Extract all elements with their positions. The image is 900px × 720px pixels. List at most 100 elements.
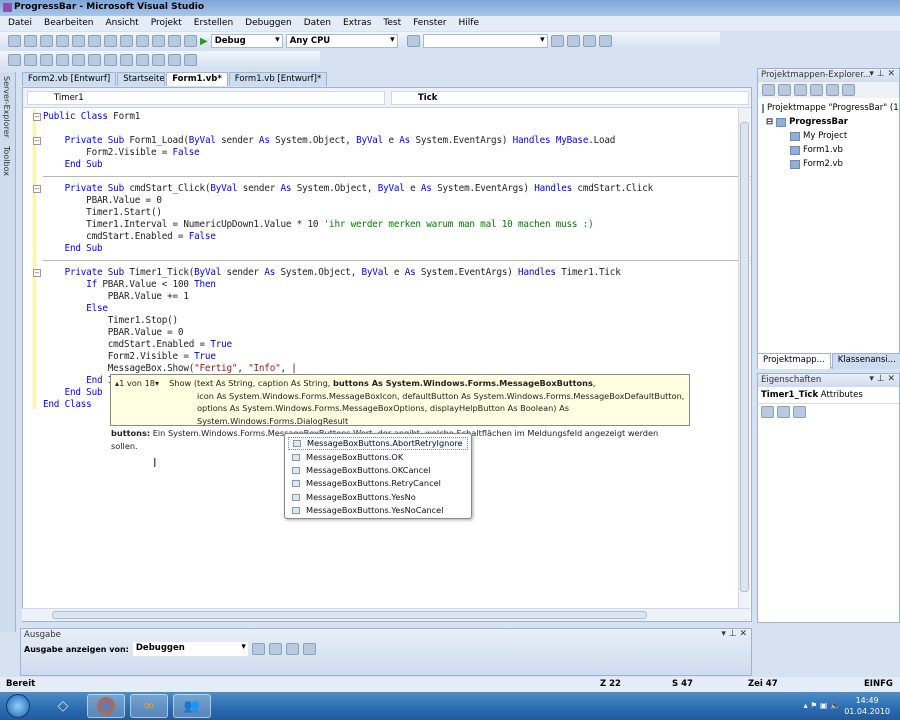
completion-item[interactable]: MessageBoxButtons.AbortRetryIgnore (288, 437, 468, 451)
view-designer-icon[interactable] (826, 84, 839, 96)
method-combo[interactable]: Tick (391, 91, 749, 105)
completion-item[interactable]: MessageBoxButtons.OK (288, 450, 468, 463)
menu-datei[interactable]: Datei (8, 18, 32, 29)
toolbox-icon[interactable] (582, 35, 596, 47)
tree-item-form2[interactable]: Form2.vb (762, 157, 895, 171)
class-diagram-icon[interactable] (842, 84, 855, 96)
clear-bookmarks-icon[interactable] (184, 54, 197, 66)
virtualbox-taskbar-icon[interactable]: ◇ (44, 694, 82, 718)
tree-item-solution[interactable]: Projektmappe "ProgressBar" (1 (762, 101, 899, 115)
platform-combo[interactable]: Any CPU (285, 34, 398, 48)
tab-document[interactable]: Form1.vb [Entwurf]* (228, 72, 328, 86)
collapse-toggle[interactable]: − (33, 185, 41, 193)
menu-daten[interactable]: Daten (304, 18, 331, 29)
go-to-line-icon[interactable] (251, 643, 265, 655)
navigate-icon[interactable] (168, 35, 181, 47)
menu-ansicht[interactable]: Ansicht (105, 18, 138, 29)
comment-icon[interactable] (104, 54, 117, 66)
object-browser-icon[interactable] (598, 35, 612, 47)
clock[interactable]: 14:49 01.04.2010 (844, 695, 890, 717)
find-icon[interactable] (184, 35, 197, 47)
panel-controls[interactable]: ▾ ⊥ ✕ (721, 629, 747, 639)
completion-item[interactable]: MessageBoxButtons.YesNo (288, 491, 468, 504)
tab-solution-explorer[interactable]: Projektmapp... (757, 353, 831, 369)
find-message-icon[interactable] (268, 643, 282, 655)
menu-debuggen[interactable]: Debuggen (245, 18, 292, 29)
save-all-icon[interactable] (72, 35, 85, 47)
collapse-toggle[interactable]: − (33, 113, 41, 121)
properties-icon[interactable] (762, 84, 775, 96)
property-pages-icon[interactable] (793, 406, 806, 418)
completion-item[interactable]: MessageBoxButtons.RetryCancel (288, 477, 468, 490)
code-token: Form2.Visible = (43, 351, 195, 362)
menu-fenster[interactable]: Fenster (413, 18, 446, 29)
cut-icon[interactable] (88, 35, 101, 47)
menu-hilfe[interactable]: Hilfe (459, 18, 479, 29)
tree-item-form1[interactable]: Form1.vb (762, 143, 895, 157)
add-item-icon[interactable] (24, 35, 37, 47)
solution-explorer-icon[interactable] (550, 35, 564, 47)
visual-studio-taskbar-icon[interactable]: ∞ (130, 694, 168, 718)
param-info-icon[interactable] (24, 54, 37, 66)
categorized-icon[interactable] (761, 406, 774, 418)
uncomment-icon[interactable] (120, 54, 133, 66)
bookmark-icon[interactable] (136, 54, 149, 66)
open-icon[interactable] (40, 35, 53, 47)
find-combo[interactable] (422, 34, 548, 48)
tree-item-project[interactable]: ⊟ ProgressBar (762, 115, 895, 129)
start-button[interactable] (6, 694, 30, 718)
undo-icon[interactable] (136, 35, 149, 47)
class-combo[interactable]: Timer1 (27, 91, 385, 105)
complete-word-icon[interactable] (56, 54, 69, 66)
intellisense-list[interactable]: MessageBoxButtons.AbortRetryIgnore Messag… (284, 433, 472, 519)
completion-item[interactable]: MessageBoxButtons.YesNoCancel (288, 504, 468, 517)
menu-projekt[interactable]: Projekt (151, 18, 182, 29)
next-bookmark-icon[interactable] (168, 54, 181, 66)
save-icon[interactable] (56, 35, 69, 47)
menu-bearbeiten[interactable]: Bearbeiten (44, 18, 93, 29)
tab-document[interactable]: Form2.vb [Entwurf] (22, 72, 117, 86)
collapse-toggle[interactable]: − (33, 137, 41, 145)
prev-bookmark-icon[interactable] (152, 54, 165, 66)
tree-item-my-project[interactable]: My Project (762, 129, 895, 143)
server-explorer-tab[interactable]: Server-Explorer (0, 72, 13, 142)
code-editor[interactable]: Timer1 Tick − − − − Public Class Form1 P… (22, 87, 752, 622)
refresh-icon[interactable] (794, 84, 807, 96)
tab-document[interactable]: Form1.vb* (166, 72, 228, 86)
find-in-files-icon[interactable] (406, 35, 420, 47)
editor-vertical-scrollbar[interactable] (738, 108, 750, 608)
indent-icon[interactable] (88, 54, 101, 66)
menu-extras[interactable]: Extras (343, 18, 371, 29)
tray-icons[interactable]: ▴ ⚑ ▣ 🔈 (804, 701, 840, 710)
alphabetical-icon[interactable] (777, 406, 790, 418)
paste-icon[interactable] (120, 35, 133, 47)
properties-icon[interactable] (566, 35, 580, 47)
overload-counter[interactable]: ▴1 von 18▾ (115, 378, 159, 388)
outdent-icon[interactable] (72, 54, 85, 66)
config-combo[interactable]: Debug (210, 34, 283, 48)
menu-test[interactable]: Test (383, 18, 401, 29)
panel-controls[interactable]: ▾ ⊥ ✕ (869, 374, 895, 384)
show-all-files-icon[interactable] (778, 84, 791, 96)
firefox-taskbar-icon[interactable] (87, 694, 125, 718)
redo-icon[interactable] (152, 35, 165, 47)
word-wrap-icon[interactable] (302, 643, 316, 655)
quick-info-icon[interactable] (40, 54, 53, 66)
panel-controls[interactable]: ▾ ⊥ ✕ (869, 69, 895, 79)
collapse-toggle[interactable]: − (33, 269, 41, 277)
menu-erstellen[interactable]: Erstellen (194, 18, 233, 29)
output-source-combo[interactable]: Debuggen (132, 642, 248, 656)
messenger-taskbar-icon[interactable]: 👥 (173, 694, 211, 718)
editor-horizontal-scrollbar[interactable] (22, 608, 750, 621)
properties-object-combo[interactable]: Timer1_Tick Attributes (758, 387, 899, 404)
new-project-icon[interactable] (8, 35, 21, 47)
view-code-icon[interactable] (810, 84, 823, 96)
tab-document[interactable]: Startseite (117, 72, 166, 86)
copy-icon[interactable] (104, 35, 117, 47)
start-debug-icon[interactable]: ▶ (200, 36, 208, 47)
list-members-icon[interactable] (8, 54, 21, 66)
clear-all-icon[interactable] (285, 643, 299, 655)
completion-item[interactable]: MessageBoxButtons.OKCancel (288, 464, 468, 477)
tab-class-view[interactable]: Klassenansi... (831, 353, 900, 369)
toolbox-tab[interactable]: Toolbox (0, 142, 13, 180)
